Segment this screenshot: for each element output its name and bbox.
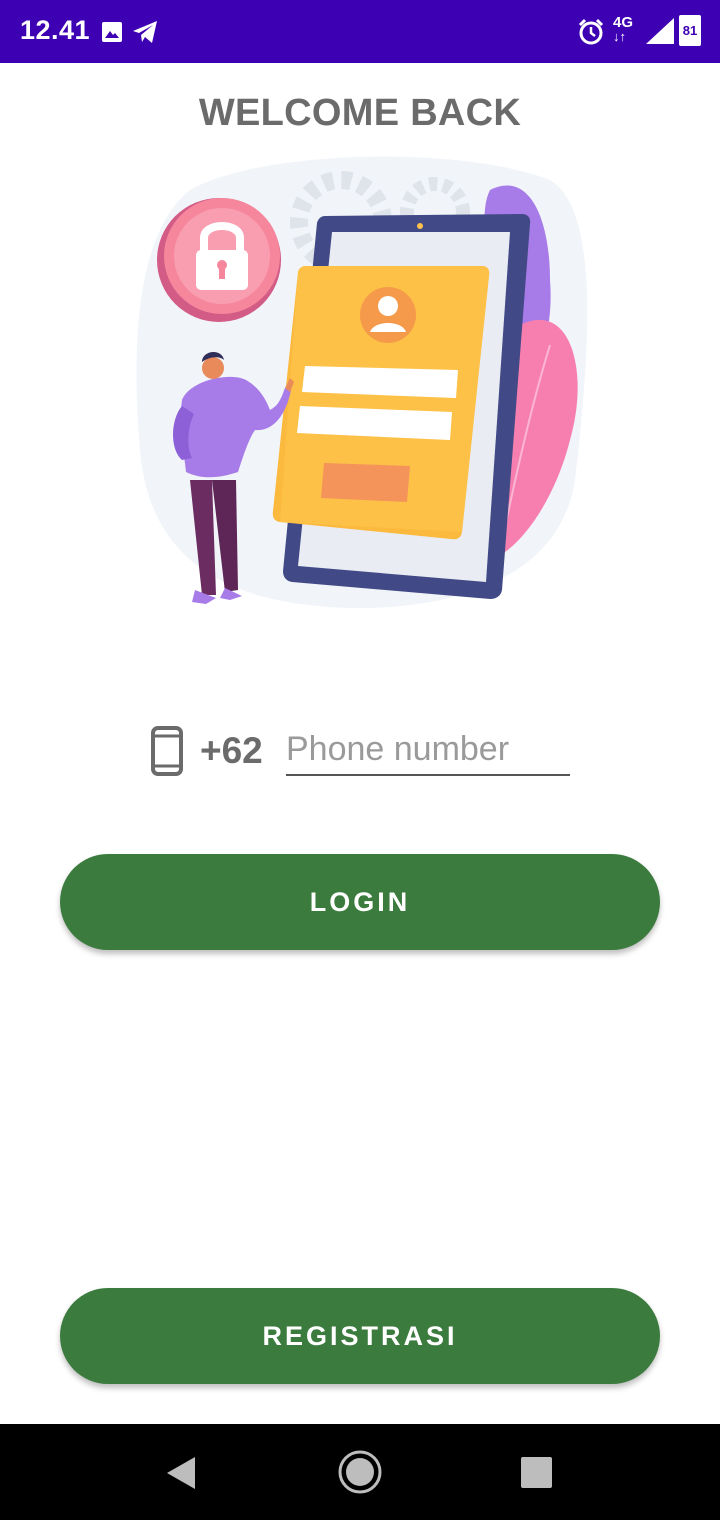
navigation-bar [0, 1424, 720, 1520]
back-icon[interactable] [166, 1456, 196, 1490]
status-bar: 12.41 4G ↓↑ 81 [0, 0, 720, 63]
home-icon[interactable] [337, 1449, 383, 1495]
network-4g-icon: 4G ↓↑ [613, 14, 634, 44]
smartphone-icon [151, 726, 183, 776]
register-button[interactable]: REGISTRASI [60, 1288, 660, 1384]
image-icon [102, 22, 122, 42]
page-title: WELCOME BACK [198, 92, 522, 134]
login-button[interactable]: LOGIN [60, 854, 660, 950]
alarm-icon [578, 18, 604, 45]
battery-icon: 81 [679, 15, 701, 46]
status-time: 12.41 [20, 15, 91, 45]
recents-icon[interactable] [521, 1457, 552, 1488]
login-illustration [136, 156, 588, 609]
telegram-icon [133, 21, 157, 43]
phone-number-input[interactable] [286, 724, 570, 776]
country-code: +62 [200, 730, 263, 771]
signal-icon [646, 18, 674, 44]
phone-input-row: +62 [148, 722, 578, 782]
